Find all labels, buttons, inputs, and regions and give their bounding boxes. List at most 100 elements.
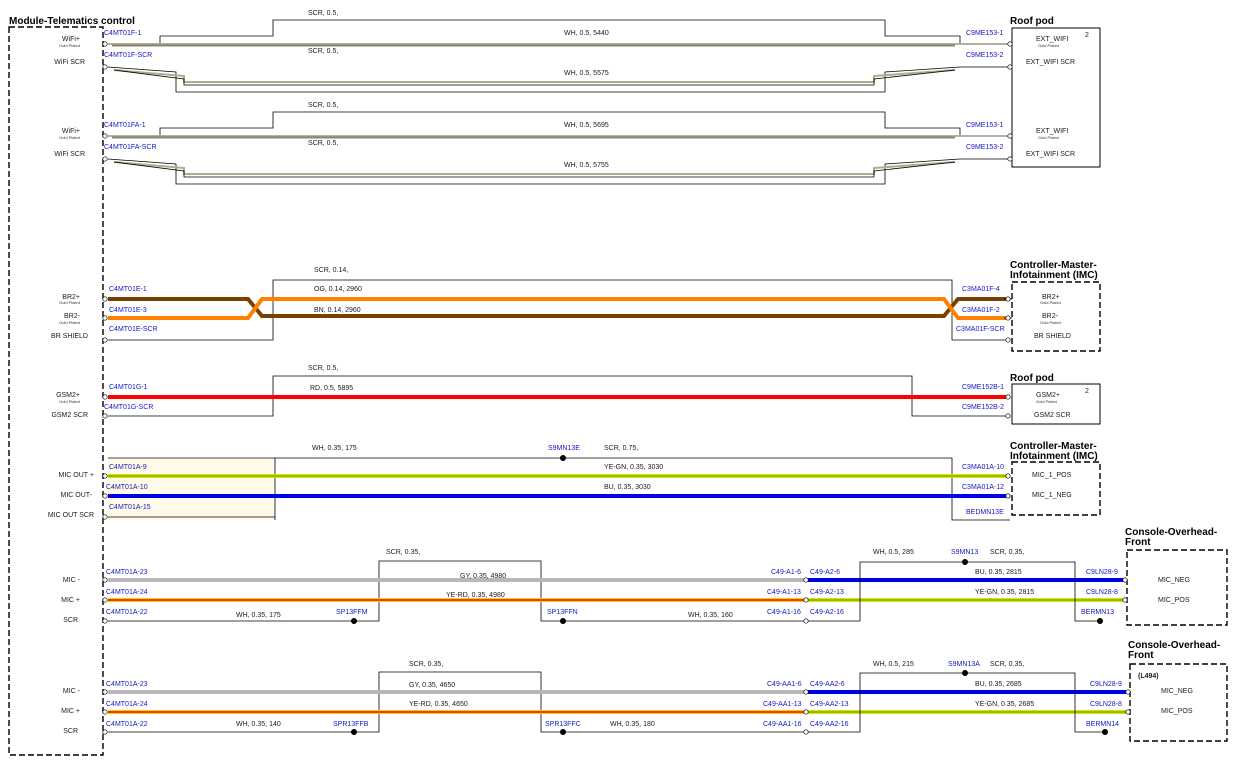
console-title-1-line2: Front xyxy=(1125,537,1151,548)
pin-gsm2-scr: GSM2 SCR xyxy=(51,412,88,419)
conn-c3ma01f-4: C3MA01F-4 xyxy=(962,286,1000,293)
imc-title-1-line2: Infotainment (IMC) xyxy=(1010,270,1098,281)
terminal-pin xyxy=(102,133,108,139)
pin-br2-plus-sub: Gold Plated xyxy=(59,300,80,305)
mic2-bu-label: BU, 0.35, 2685 xyxy=(975,681,1022,688)
conn-c9me153-1a: C9ME153-1 xyxy=(966,30,1003,37)
mic1-wh3-label: WH, 0.5, 285 xyxy=(873,549,914,556)
conn-c9ln28-8b: C9LN28-8 xyxy=(1090,701,1122,708)
gsm2-circuit: SCR, 0.5, RD, 0.5, 5895 C4MT01G-1 C4MT01… xyxy=(104,365,1010,417)
terminal-pin xyxy=(1005,394,1011,400)
wifi2-shield-outline xyxy=(159,111,961,135)
roof-pod-number-2: 2 xyxy=(1085,388,1089,395)
terminal-pin xyxy=(102,729,108,735)
conn-c4mt01f-1: C4MT01F-1 xyxy=(104,30,141,37)
br2-brown-wire xyxy=(108,297,1010,318)
conn-sp13ffm: SP13FFM xyxy=(336,609,368,616)
conn-c49-a1-16: C49-A1-16 xyxy=(767,609,801,616)
inline-terminal xyxy=(803,709,809,715)
conn-spr13ffc: SPR13FFC xyxy=(545,721,581,728)
gsm2-scr-label: SCR, 0.5, xyxy=(308,365,338,372)
pin-console2-mic-neg: MIC_NEG xyxy=(1161,688,1193,695)
pin-console2-mic-pos: MIC_POS xyxy=(1161,708,1193,715)
pin-wifi-plus-1: WiFi+ xyxy=(62,36,80,43)
conn-c9me152b-2: C9ME152B-2 xyxy=(962,404,1004,411)
terminal-pin xyxy=(1007,133,1013,139)
mic1-gy-label: GY, 0.35, 4980 xyxy=(460,573,506,580)
mic2-scr2-label: SCR, 0.35, xyxy=(990,661,1024,668)
mic1-splice-sp13ffm xyxy=(351,618,357,624)
pin-br-shield: BR SHIELD xyxy=(51,333,88,340)
wifi1-shield-outline xyxy=(159,19,961,43)
pin-rp-gsm2-scr: GSM2 SCR xyxy=(1034,412,1071,419)
pin-imc-br2-minus: BR2- xyxy=(1042,313,1059,320)
pin-wifi-plus-2: WiFi+ xyxy=(62,128,80,135)
conn-c49-aa2-6: C49-AA2-6 xyxy=(810,681,845,688)
conn-c3ma01a-12: C3MA01A-12 xyxy=(962,484,1004,491)
mic1-yerd-label: YE-RD, 0.35, 4980 xyxy=(446,592,505,599)
wifi1-scr2-label: SCR, 0.5, xyxy=(308,48,338,55)
telematics-module-box xyxy=(8,26,104,756)
pin-scr-1: SCR xyxy=(63,617,78,624)
wifi2-scr-label: SCR, 0.5, xyxy=(308,102,338,109)
pin-ext-wifi-scr-1: EXT_WIFI SCR xyxy=(1026,59,1075,66)
pin-mic-out-minus: MIC OUT- xyxy=(61,492,93,499)
gsm2-rd-label: RD, 0.5, 5895 xyxy=(310,385,353,392)
pin-gsm2-plus-sub: Gold Plated xyxy=(59,399,80,404)
conn-c4mt01a-22-a: C4MT01A-22 xyxy=(106,609,148,616)
telematics-module-title: Module-Telematics control xyxy=(9,16,135,27)
terminal-pin xyxy=(102,709,108,715)
inline-terminal xyxy=(803,729,809,735)
pin-mic-minus-1: MIC - xyxy=(63,577,81,584)
terminal-pin xyxy=(102,296,108,302)
terminal-pin xyxy=(102,337,108,343)
mic2-gy-label: GY, 0.35, 4650 xyxy=(409,682,455,689)
wifi2-wire2-label: WH, 0.5, 5755 xyxy=(564,162,609,169)
conn-c49-a2-16: C49-A2-16 xyxy=(810,609,844,616)
terminal-pin xyxy=(102,413,108,419)
br2-og-label: OG, 0.14, 2960 xyxy=(314,286,362,293)
pin-imc-br2-minus-sub: Gold Plated xyxy=(1040,320,1061,325)
mic-out-circuit: WH, 0.35, 175 S9MN13E SCR, 0.75, YE-GN, … xyxy=(106,445,1010,521)
conn-c4mt01e-scr: C4MT01E-SCR xyxy=(109,326,158,333)
conn-s9mn13a: S9MN13A xyxy=(948,661,980,668)
pin-br2-minus: BR2- xyxy=(64,313,81,320)
mic2-splice-s9mn13a xyxy=(962,670,968,676)
terminal-pin xyxy=(102,514,108,520)
pin-imc-br-shield: BR SHIELD xyxy=(1034,333,1071,340)
conn-c4mt01a-9: C4MT01A-9 xyxy=(109,464,147,471)
wifi2-wire-label: WH, 0.5, 5695 xyxy=(564,122,609,129)
conn-c9me153-2a: C9ME153-2 xyxy=(966,52,1003,59)
conn-c9me153-2b: C9ME153-2 xyxy=(966,144,1003,151)
conn-c4mt01e-3: C4MT01E-3 xyxy=(109,307,147,314)
conn-c3ma01f-2: C3MA01F-2 xyxy=(962,307,1000,314)
mic2-yerd-label: YE-RD, 0.35, 4650 xyxy=(409,701,468,708)
conn-c49-aa2-16: C49-AA2-16 xyxy=(810,721,849,728)
wifi-circuit-1: SCR, 0.5, WH, 0.5, 5440 SCR, 0.5, WH, 0.… xyxy=(104,10,1010,93)
pin-ext-wifi-1-sub: Gold Plated xyxy=(1038,43,1059,48)
pin-wifi-scr-2: WiFi SCR xyxy=(54,151,85,158)
mic2-shield-right xyxy=(808,672,1105,733)
conn-c4mt01a-15: C4MT01A-15 xyxy=(109,504,151,511)
pin-wifi-scr-1: WiFi SCR xyxy=(54,59,85,66)
conn-spr13ffb: SPR13FFB xyxy=(333,721,369,728)
conn-c4mt01a-22-b: C4MT01A-22 xyxy=(106,721,148,728)
inline-terminal xyxy=(803,618,809,624)
br2-circuit: SCR, 0.14, OG, 0.14, 2960 BN, 0.14, 2960… xyxy=(108,267,1012,341)
mic1-scr-label: SCR, 0.35, xyxy=(386,549,420,556)
left-pin-labels: WiFi+ Gold Plated WiFi SCR WiFi+ Gold Pl… xyxy=(48,36,94,735)
roof-pod-number-1: 2 xyxy=(1085,32,1089,39)
mic1-yegn-label: YE-GN, 0.35, 2815 xyxy=(975,589,1034,596)
conn-c9ln28-8a: C9LN28-8 xyxy=(1086,589,1118,596)
conn-c49-aa2-13: C49-AA2-13 xyxy=(810,701,849,708)
terminal-pin xyxy=(1005,473,1011,479)
mic2-splice-spr13ffb xyxy=(351,729,357,735)
conn-sp13ffn: SP13FFN xyxy=(547,609,578,616)
terminal-pin xyxy=(1005,493,1011,499)
mic2-wh3-label: WH, 0.5, 215 xyxy=(873,661,914,668)
conn-c4mt01fa-scr: C4MT01FA-SCR xyxy=(104,144,157,151)
inline-connectors xyxy=(803,577,809,735)
wiring-diagram: Module-Telematics control Roof pod 2 Con… xyxy=(8,10,1228,756)
wifi2-scr-wire-inner xyxy=(113,161,956,175)
conn-c4mt01f-scr: C4MT01F-SCR xyxy=(104,52,152,59)
